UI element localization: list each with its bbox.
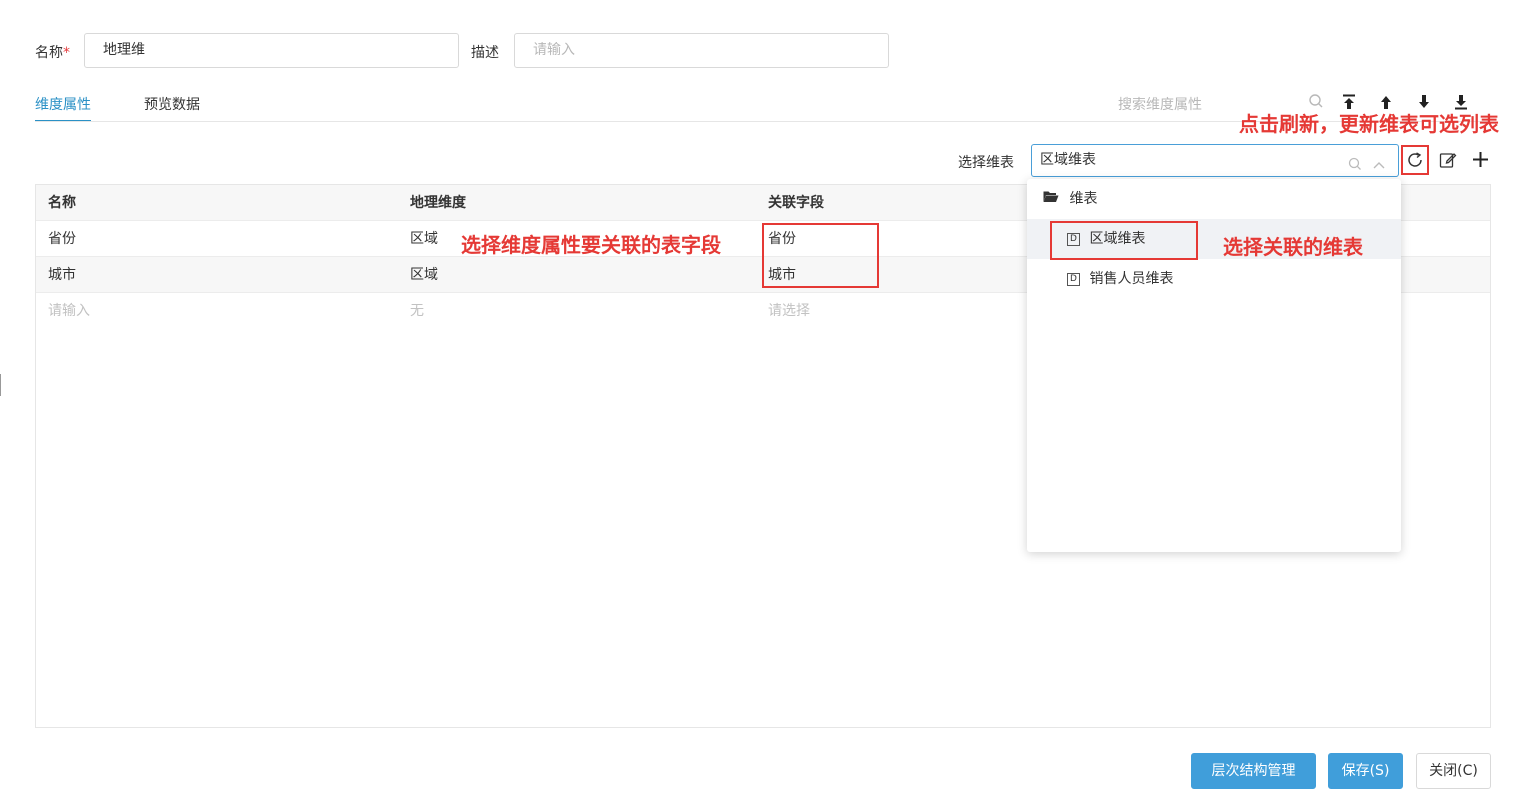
dimension-table-icon: D: [1067, 272, 1080, 286]
name-input-value: 地理维: [103, 42, 145, 58]
left-edge-marker: [0, 374, 1, 396]
tree-folder-label: 维表: [1069, 191, 1098, 207]
refresh-annotation: 点击刷新，更新维表可选列表: [1239, 112, 1499, 136]
required-mark: *: [63, 45, 70, 61]
name-input[interactable]: 地理维: [84, 33, 459, 68]
select-table-label: 选择维表: [958, 155, 1014, 171]
new-row-field-select[interactable]: 请选择: [768, 293, 810, 329]
column-header-geo: 地理维度: [410, 195, 466, 211]
desc-label: 描述: [471, 45, 499, 61]
folder-open-icon: [1043, 179, 1059, 219]
desc-input[interactable]: [533, 42, 870, 58]
search-icon[interactable]: [1308, 93, 1324, 109]
selected-table-highlight: [1050, 221, 1198, 260]
attribute-search-input[interactable]: 搜索维度属性: [1118, 94, 1202, 114]
row-name[interactable]: 省份: [48, 221, 76, 257]
add-icon[interactable]: [1471, 150, 1490, 173]
refresh-icon[interactable]: [1406, 151, 1424, 173]
row-geo[interactable]: 区域: [410, 221, 438, 257]
tree-item-sales-table[interactable]: D 销售人员维表: [1027, 259, 1401, 299]
field-annotation: 选择维度属性要关联的表字段: [461, 233, 721, 257]
tree-folder[interactable]: 维表: [1027, 179, 1401, 219]
row-name[interactable]: 城市: [48, 257, 76, 293]
hierarchy-management-button[interactable]: 层次结构管理: [1191, 753, 1316, 789]
dimension-table-select-value: 区域维表: [1040, 152, 1096, 168]
tab-dimension-attributes[interactable]: 维度属性: [35, 94, 91, 122]
field-column-highlight: [762, 223, 879, 288]
column-header-name: 名称: [48, 195, 76, 211]
close-button[interactable]: 关闭(C): [1416, 753, 1491, 789]
tree-item-label: 销售人员维表: [1089, 271, 1174, 287]
table-annotation: 选择关联的维表: [1223, 235, 1363, 259]
row-geo[interactable]: 区域: [410, 257, 438, 293]
save-button[interactable]: 保存(S): [1328, 753, 1403, 789]
column-header-field: 关联字段: [768, 195, 824, 211]
edit-icon[interactable]: [1439, 151, 1457, 173]
tab-preview-data[interactable]: 预览数据: [144, 94, 200, 122]
new-row-geo-select[interactable]: 无: [410, 293, 424, 329]
desc-input-wrap: [514, 33, 889, 68]
new-row-name-input[interactable]: 请输入: [48, 293, 90, 329]
dimension-table-select[interactable]: 区域维表: [1031, 144, 1399, 177]
name-label: 名称*: [35, 45, 70, 61]
